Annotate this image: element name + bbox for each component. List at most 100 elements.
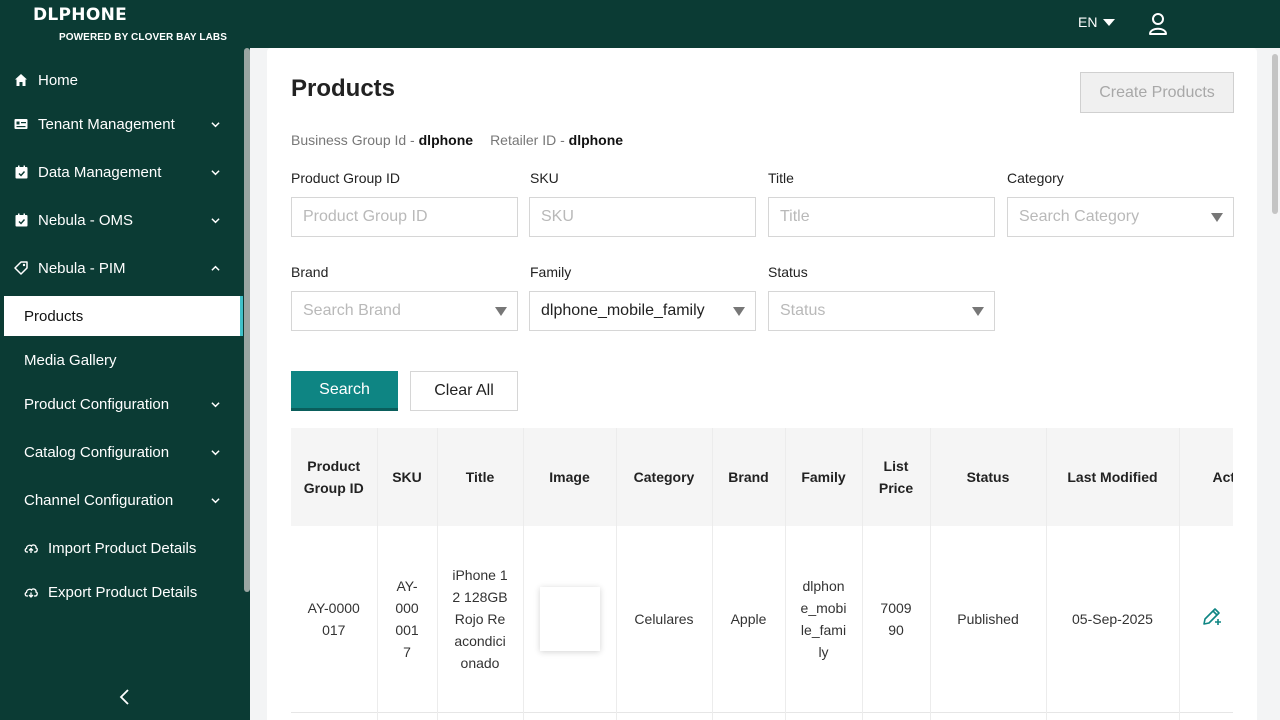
table-row[interactable] [291,711,1233,720]
retailer-value: dlphone [568,132,624,148]
product-thumbnail[interactable] [539,586,600,651]
cloud-upload-icon [24,541,38,555]
title-input[interactable] [768,197,995,237]
products-table: Product Group ID SKU Title Image Categor… [291,428,1233,720]
search-button[interactable]: Search [291,371,398,411]
edit-icon[interactable] [1201,605,1223,627]
table-cell [930,711,1047,720]
brand-placeholder: Search Brand [303,302,401,319]
sidebar-item-label: Catalog Configuration [24,443,170,461]
powered-by-text: POWERED BY CLOVER BAY LABS [59,32,228,43]
cell-list-price: 700990 [862,526,931,712]
business-group-id: Business Group Id - dlphone [291,132,473,148]
sidebar-item-import-product-details[interactable]: Import Product Details [0,528,243,568]
chevron-down-icon [211,497,220,503]
main-scrollbar-thumb[interactable] [1272,54,1278,214]
sidebar-scrollbar[interactable] [244,48,250,592]
sku-input[interactable] [529,197,756,237]
sidebar-item-products[interactable]: Products [4,296,243,336]
table-cell [1046,711,1180,720]
category-placeholder: Search Category [1019,208,1140,225]
cloud-download-icon [24,585,38,599]
business-group-value: dlphone [418,132,474,148]
title-label: Title [768,170,794,186]
language-label: EN [1078,14,1098,30]
table-cell [862,711,931,720]
table-header-row: Product Group ID SKU Title Image Categor… [291,428,1233,526]
user-icon[interactable] [1147,12,1169,36]
chevron-down-icon [211,121,220,127]
column-header: Brand [712,428,786,526]
sidebar-item-channel-configuration[interactable]: Channel Configuration [0,480,243,520]
main-scrollbar[interactable] [1270,48,1280,720]
category-select[interactable]: Search Category [1007,197,1234,237]
column-header: Family [785,428,863,526]
calendar-icon [14,213,28,227]
sidebar-item-label: Nebula - OMS [38,211,134,229]
table-row[interactable]: AY-0000017 AY-0000017 iPhone 12 128GB Ro… [291,526,1233,712]
column-header: Image [523,428,617,526]
table-cell [523,711,617,720]
sidebar-item-label: Export Product Details [48,583,198,601]
tenant-ids: Business Group Id - dlphone Retailer ID … [291,132,623,148]
sku-label: SKU [530,170,559,186]
column-header: List Price [862,428,931,526]
chevron-down-icon [211,401,220,407]
products-table-container[interactable]: Product Group ID SKU Title Image Categor… [291,428,1233,720]
calendar-icon [14,165,28,179]
sidebar-item-media-gallery[interactable]: Media Gallery [0,340,243,380]
product-group-id-input[interactable] [291,197,518,237]
products-card: Products Create Products Business Group … [267,48,1257,720]
family-value: dlphone_mobile_family [541,302,705,319]
family-select[interactable]: dlphone_mobile_family [529,291,756,331]
chevron-down-icon [211,449,220,455]
sidebar: Home Tenant Management Data Management N… [0,48,250,720]
collapse-sidebar-icon[interactable] [117,688,133,706]
status-label: Status [768,264,808,280]
column-header: Actions [1179,428,1233,526]
column-header: Last Modified [1046,428,1180,526]
chevron-up-icon [211,265,220,271]
clear-all-button[interactable]: Clear All [410,371,518,411]
dropdown-arrow-icon [733,307,745,316]
retailer-id: Retailer ID - dlphone [490,132,623,148]
dropdown-arrow-icon [1211,213,1223,222]
sidebar-item-product-configuration[interactable]: Product Configuration [0,384,243,424]
home-icon [14,73,28,87]
dropdown-arrow-icon [495,307,507,316]
cell-status: Published [930,526,1047,712]
status-placeholder: Status [780,302,826,319]
brand-logo[interactable]: DLPHONE [33,5,127,25]
sidebar-item-label: Home [38,71,79,89]
sidebar-item-nebula-oms[interactable]: Nebula - OMS [0,200,243,240]
sidebar-item-label: Data Management [38,163,162,181]
caret-down-icon [1103,18,1116,26]
table-cell [785,711,863,720]
category-label: Category [1007,170,1064,186]
table-cell [616,711,713,720]
brand-label: Brand [291,264,329,280]
sidebar-item-export-product-details[interactable]: Export Product Details [0,572,243,612]
column-header: SKU [377,428,438,526]
cell-brand: Apple [712,526,786,712]
column-header: Title [437,428,524,526]
sidebar-item-label: Tenant Management [38,115,175,133]
sidebar-item-label: Product Configuration [24,395,170,413]
cell-actions [1179,526,1233,712]
language-selector[interactable]: EN [1078,14,1116,30]
business-group-label: Business Group Id - [291,132,415,148]
sidebar-item-nebula-pim[interactable]: Nebula - PIM [0,248,243,288]
table-cell [377,711,438,720]
table-cell [1179,711,1233,720]
sidebar-item-tenant-management[interactable]: Tenant Management [0,104,243,144]
sidebar-item-home[interactable]: Home [0,60,243,100]
sidebar-item-label: Import Product Details [48,539,197,557]
product-group-id-label: Product Group ID [291,170,400,186]
create-products-button[interactable]: Create Products [1080,72,1234,113]
status-select[interactable]: Status [768,291,995,331]
brand-select[interactable]: Search Brand [291,291,518,331]
sidebar-item-catalog-configuration[interactable]: Catalog Configuration [0,432,243,472]
sidebar-item-data-management[interactable]: Data Management [0,152,243,192]
cell-category: Celulares [616,526,713,712]
column-header: Category [616,428,713,526]
